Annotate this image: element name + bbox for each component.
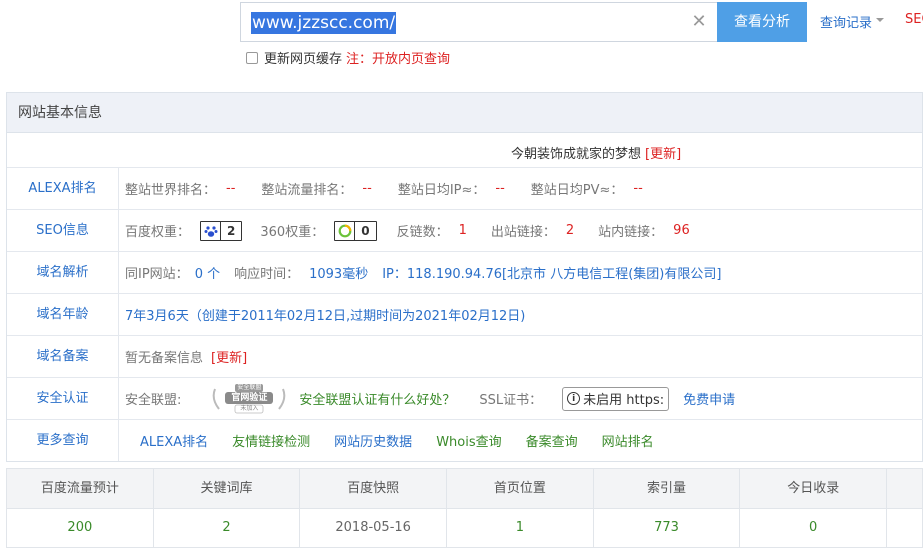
backlink-value[interactable]: 1 — [459, 223, 467, 238]
more-queries-row: 更多查询 ALEXA排名 友情链接检测 网站历史数据 Whois查询 备案查询 … — [7, 419, 923, 461]
stats-value-cell[interactable]: 200 — [7, 509, 154, 547]
site-info-panel: 网站基本信息 今朝装饰成就家的梦想 [更新] ALEXA排名 整站世界排名： --… — [6, 92, 923, 462]
chevron-down-icon[interactable] — [876, 18, 884, 22]
close-icon[interactable]: ✕ — [689, 11, 709, 33]
cache-option: 更新网页缓存 注：开放内页查询 — [246, 48, 450, 67]
security-row: 安全认证 安全联盟: 安全联盟 官网验证 未加入 安全联盟认证有什么好处？ SS… — [7, 377, 923, 419]
analyze-button[interactable]: 查看分析 — [717, 2, 807, 42]
verification-seal-icon[interactable]: 安全联盟 官网验证 未加入 — [205, 383, 293, 415]
tagline-update-link[interactable]: [更新] — [645, 147, 681, 162]
ip-address-link[interactable]: IP：118.190.94.76[北京市 八方电信工程(集团)有限公司] — [382, 263, 721, 282]
ssl-status-badge[interactable]: i 未启用 https: — [562, 386, 670, 411]
outlink-label: 出站链接： — [490, 225, 556, 240]
seal-top-text: 安全联盟 — [237, 383, 262, 391]
stats-table: 百度流量预计 关键词库 百度快照 首页位置 索引量 今日收录 200 2 201… — [6, 468, 923, 548]
stats-header-cell: 今日收录 — [740, 469, 888, 508]
daily-pv-label: 整站日均PV≈： — [530, 183, 624, 198]
ssl-status-text: 未启用 https: — [583, 393, 665, 408]
stats-header-cell: 索引量 — [594, 469, 741, 508]
tagline-text: 今朝装饰成就家的梦想 — [511, 147, 642, 162]
cache-note[interactable]: 注：开放内页查询 — [346, 48, 450, 67]
search-box[interactable]: www.jzzscc.com/ ✕ — [240, 2, 718, 42]
icp-text: 暂无备案信息 — [125, 351, 204, 366]
stats-value-cell[interactable]: 1 — [447, 509, 594, 547]
update-cache-label: 更新网页缓存 — [264, 52, 343, 67]
same-ip-value[interactable]: 0 个 — [195, 263, 220, 282]
seo-row: SEO信息 百度权重： 2 360权重： 0 反链数： 1 出站链接： 2 站内… — [7, 209, 923, 251]
site-tagline: 今朝装饰成就家的梦想 [更新] — [511, 143, 681, 162]
stats-value-cell[interactable]: 2 — [154, 509, 301, 547]
stats-header-cell: 首页位置 — [447, 469, 594, 508]
panel-title: 网站基本信息 — [7, 93, 922, 133]
seo-link[interactable]: SEO — [905, 12, 923, 27]
same-ip-label: 同IP网站： — [125, 267, 189, 282]
daily-pv-value: -- — [633, 181, 643, 196]
icp-label[interactable]: 域名备案 — [7, 336, 119, 377]
traffic-rank-label: 整站流量排名： — [261, 183, 353, 198]
info-icon: i — [567, 392, 581, 405]
inlink-value[interactable]: 96 — [673, 223, 690, 238]
traffic-rank-value: -- — [362, 181, 372, 196]
360-weight-label: 360权重： — [260, 225, 325, 240]
baidu-weight-value: 2 — [227, 223, 236, 238]
more-link-history[interactable]: 网站历史数据 — [334, 431, 412, 450]
more-queries-label[interactable]: 更多查询 — [7, 420, 119, 461]
dns-label[interactable]: 域名解析 — [7, 252, 119, 293]
stats-value-cell[interactable]: 2018-05-16 — [300, 509, 448, 547]
seal-sub-text: 未加入 — [240, 404, 259, 412]
stats-header-cell: 百度流量预计 — [7, 469, 154, 508]
security-label[interactable]: 安全认证 — [7, 378, 119, 419]
inlink-label: 站内链接： — [598, 225, 664, 240]
query-history-link[interactable]: 查询记录 — [820, 12, 872, 31]
stats-header-cell: 关键词库 — [154, 469, 301, 508]
360-weight-badge[interactable]: 0 — [334, 220, 377, 241]
baidu-weight-label: 百度权重： — [125, 225, 191, 240]
icp-update-link[interactable]: [更新] — [211, 347, 247, 366]
360-weight-value: 0 — [361, 223, 370, 238]
response-time-value: 1093毫秒 — [309, 267, 369, 282]
backlink-label: 反链数： — [396, 225, 449, 240]
stats-header-cell-empty — [887, 469, 922, 508]
more-link-rank[interactable]: 网站排名 — [602, 431, 654, 450]
update-cache-checkbox[interactable] — [246, 51, 258, 64]
icp-row: 域名备案 暂无备案信息 [更新] — [7, 335, 923, 377]
world-rank-value: -- — [226, 181, 236, 196]
stats-value-cell[interactable]: 773 — [594, 509, 741, 547]
domain-age-label[interactable]: 域名年龄 — [7, 294, 119, 335]
stats-header-row: 百度流量预计 关键词库 百度快照 首页位置 索引量 今日收录 — [7, 469, 922, 509]
response-time-label: 响应时间： — [234, 267, 300, 282]
baidu-paw-icon — [201, 221, 222, 240]
360-logo-icon — [335, 221, 356, 240]
more-link-alexa[interactable]: ALEXA排名 — [140, 431, 208, 450]
stats-value-cell-empty — [887, 509, 922, 547]
seo-label[interactable]: SEO信息 — [7, 210, 119, 251]
alexa-row: ALEXA排名 整站世界排名： -- 整站流量排名： -- 整站日均IP≈： -… — [7, 167, 923, 209]
domain-age-text: 7年3月6天（创建于2011年02月12日,过期时间为2021年02月12日) — [125, 309, 526, 324]
seal-main-text: 官网验证 — [231, 392, 268, 403]
dns-row: 域名解析 同IP网站： 0 个 响应时间： 1093毫秒 IP：118.190.… — [7, 251, 923, 293]
stats-value-row: 200 2 2018-05-16 1 773 0 — [7, 509, 922, 547]
outlink-value[interactable]: 2 — [566, 223, 574, 238]
world-rank-label: 整站世界排名： — [125, 183, 217, 198]
daily-ip-value: -- — [495, 181, 505, 196]
stats-header-cell: 百度快照 — [300, 469, 448, 508]
free-apply-link[interactable]: 免费申请 — [683, 389, 735, 408]
more-link-icp[interactable]: 备案查询 — [526, 431, 578, 450]
stats-value-cell[interactable]: 0 — [740, 509, 888, 547]
domain-age-row: 域名年龄 7年3月6天（创建于2011年02月12日,过期时间为2021年02月… — [7, 293, 923, 335]
alexa-label[interactable]: ALEXA排名 — [7, 168, 119, 209]
alliance-benefit-link[interactable]: 安全联盟认证有什么好处？ — [299, 389, 455, 408]
ssl-label: SSL证书： — [479, 393, 543, 408]
daily-ip-label: 整站日均IP≈： — [397, 183, 486, 198]
alliance-label: 安全联盟: — [125, 393, 182, 408]
search-input[interactable]: www.jzzscc.com/ — [251, 12, 397, 34]
baidu-weight-badge[interactable]: 2 — [200, 220, 243, 241]
more-link-whois[interactable]: Whois查询 — [436, 431, 501, 450]
more-link-friend-links[interactable]: 友情链接检测 — [232, 431, 310, 450]
